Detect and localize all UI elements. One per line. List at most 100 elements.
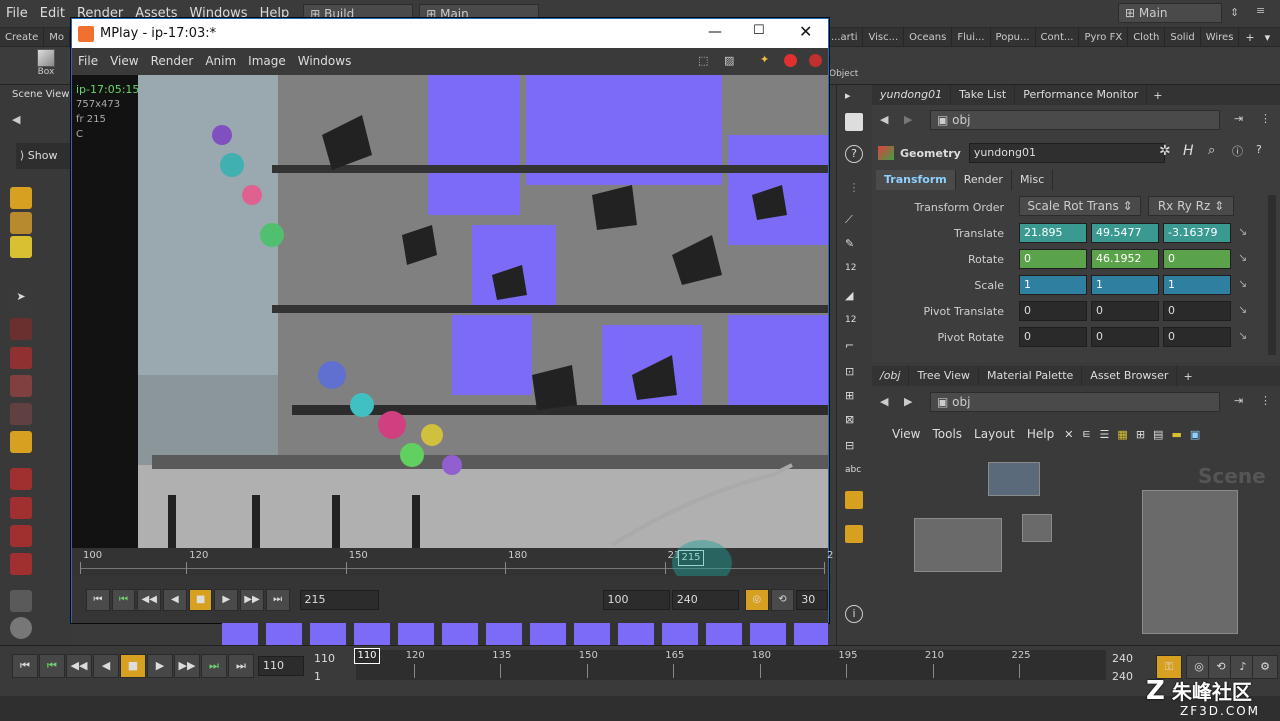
layout-icon[interactable]: ▤ xyxy=(1149,428,1167,441)
tab-asset-browser[interactable]: Asset Browser xyxy=(1082,366,1178,386)
param-translate-x-field[interactable]: 21.895 xyxy=(1019,223,1087,243)
network-node-group-3[interactable] xyxy=(1022,514,1052,542)
rotate-icon[interactable] xyxy=(10,347,32,369)
mplay-step-back-icon[interactable]: ◀◀ xyxy=(137,588,162,611)
translate-icon[interactable] xyxy=(10,318,32,340)
shelf-tab-oceans[interactable]: Oceans xyxy=(904,28,953,47)
move-tool-icon[interactable] xyxy=(10,212,32,234)
mplay-menu-view[interactable]: View xyxy=(104,54,144,68)
param-path-field[interactable]: ▣ obj xyxy=(930,110,1220,130)
tab-render[interactable]: Render xyxy=(956,170,1012,190)
tree-icon[interactable]: ㅌ xyxy=(1077,426,1095,442)
jump-end-icon[interactable]: ⏭ xyxy=(228,654,254,678)
shelf-tab-viscous[interactable]: Visc... xyxy=(863,28,905,47)
play-icon[interactable]: ▶ xyxy=(147,654,173,678)
param-key-icon[interactable]: ↘ xyxy=(1238,303,1247,316)
mplay-menu-anim[interactable]: Anim xyxy=(199,54,242,68)
mplay-stop-icon[interactable]: ■ xyxy=(188,588,213,611)
box-tool[interactable]: Box xyxy=(34,49,58,77)
param-scrollbar[interactable] xyxy=(1268,195,1276,355)
node-name-field[interactable]: yundong01 xyxy=(968,143,1165,163)
network-menu-help[interactable]: Help xyxy=(1021,427,1060,441)
step-key-back-icon[interactable]: ⏮ xyxy=(39,654,65,678)
network-back-icon[interactable]: ◀ xyxy=(880,395,888,408)
jump-start-icon[interactable]: ⏮ xyxy=(12,654,38,678)
magnet-icon-4[interactable] xyxy=(10,553,32,575)
param-key-icon[interactable]: ↘ xyxy=(1238,251,1247,264)
global-end-label[interactable]: 240 xyxy=(1112,670,1133,683)
select-arrow-icon[interactable]: ➤ xyxy=(10,290,32,312)
paint-icon[interactable] xyxy=(10,590,32,612)
param-translate-z-field[interactable]: -3.16379 xyxy=(1163,223,1231,243)
step-forward-icon[interactable]: ▶▶ xyxy=(174,654,200,678)
help-icon[interactable]: ? xyxy=(1256,143,1262,156)
param-back-icon[interactable]: ◀ xyxy=(880,113,888,126)
mplay-jump-end-icon[interactable]: ⏭ xyxy=(265,588,290,611)
param-rotate-y-field[interactable]: 46.1952 xyxy=(1091,249,1159,269)
strip-info-icon[interactable]: i xyxy=(845,605,863,623)
tab-take-list[interactable]: Take List xyxy=(951,85,1016,105)
strip-tool-9-icon[interactable]: ⊠ xyxy=(845,413,863,431)
param-pivot-rotate-y-field[interactable]: 0 xyxy=(1091,327,1159,347)
mplay-end-field[interactable]: 240 xyxy=(671,589,739,610)
desktop-dropdown[interactable]: ⊞ Main xyxy=(1118,3,1222,23)
timeline-current-marker[interactable]: 110 xyxy=(354,648,380,664)
gear-icon[interactable]: ✲ xyxy=(1159,143,1171,159)
transform-order-select[interactable]: Scale Rot Trans ⇕ xyxy=(1019,196,1141,216)
network-forward-icon[interactable]: ▶ xyxy=(904,395,912,408)
play-reverse-icon[interactable]: ◀ xyxy=(93,654,119,678)
shelf-tab-particles[interactable]: ...arti xyxy=(826,28,864,47)
shelf-tab-modify[interactable]: Mo xyxy=(44,27,70,47)
tab-transform[interactable]: Transform xyxy=(876,170,956,190)
mplay-step-key-back-icon[interactable]: ⏮ xyxy=(111,588,136,611)
pin-icon[interactable]: ⇥ xyxy=(1234,112,1243,125)
strip-tool-5-icon[interactable]: 12 xyxy=(845,315,863,333)
scale-icon[interactable] xyxy=(10,375,32,397)
magnet-icon-2[interactable] xyxy=(10,497,32,519)
strip-tool-4-icon[interactable]: ◢ xyxy=(845,289,863,307)
shelf-tab-populate[interactable]: Popu... xyxy=(991,28,1036,47)
strip-image-icon[interactable] xyxy=(845,491,863,509)
desktop-menu-icon[interactable]: ≡ xyxy=(1256,4,1265,17)
param-rotate-x-field[interactable]: 0 xyxy=(1019,249,1087,269)
param-scale-z-field[interactable]: 1 xyxy=(1163,275,1231,295)
mplay-menu-windows[interactable]: Windows xyxy=(292,54,358,68)
grid-icon[interactable]: ▦ xyxy=(1113,428,1131,441)
global-start-label[interactable]: 1 xyxy=(314,670,321,683)
note-icon[interactable]: ▬ xyxy=(1167,428,1185,441)
menu-file[interactable]: File xyxy=(0,0,34,28)
mplay-frame-field[interactable]: 215 xyxy=(299,589,379,610)
network-node-group-4[interactable] xyxy=(1142,490,1238,634)
strip-help-icon[interactable]: ? xyxy=(845,145,863,163)
param-pivot-rotate-z-field[interactable]: 0 xyxy=(1163,327,1231,347)
shelf-tab-cloth[interactable]: Cloth xyxy=(1128,28,1166,47)
magnet-icon-1[interactable] xyxy=(10,468,32,490)
frame-field[interactable]: 110 xyxy=(258,656,304,676)
strip-tool-3-icon[interactable]: 12 xyxy=(845,263,863,281)
tab-performance-monitor[interactable]: Performance Monitor xyxy=(1015,85,1148,105)
mplay-stop-render-icon[interactable] xyxy=(784,54,797,67)
shelf-tab-wires[interactable]: Wires xyxy=(1201,28,1240,47)
end-frame-label[interactable]: 240 xyxy=(1112,652,1133,665)
mplay-grid-icon[interactable]: ⬚ xyxy=(698,54,708,67)
param-rotate-z-field[interactable]: 0 xyxy=(1163,249,1231,269)
mplay-menu-image[interactable]: Image xyxy=(242,54,292,68)
mplay-start-field[interactable]: 100 xyxy=(602,589,670,610)
mplay-loop-icon[interactable]: ⟲ xyxy=(770,588,795,611)
strip-tool-8-icon[interactable]: ⊞ xyxy=(845,389,863,407)
shelf-tab-pyrofx[interactable]: Pyro FX xyxy=(1079,28,1129,47)
strip-tool-7-icon[interactable]: ⊡ xyxy=(845,365,863,383)
network-node-group-2[interactable] xyxy=(914,518,1002,572)
mplay-menu-file[interactable]: File xyxy=(72,54,104,68)
network-more-icon[interactable]: ⋮ xyxy=(1260,394,1271,407)
mplay-play-reverse-icon[interactable]: ◀ xyxy=(163,588,187,611)
param-key-icon[interactable]: ↘ xyxy=(1238,225,1247,238)
mplay-menu-render[interactable]: Render xyxy=(145,54,200,68)
param-pivot-rotate-x-field[interactable]: 0 xyxy=(1019,327,1087,347)
strip-tool-10-icon[interactable]: ⊟ xyxy=(845,439,863,457)
search-icon[interactable]: ⌕ xyxy=(1208,143,1215,158)
strip-pin-icon[interactable] xyxy=(845,525,863,543)
mplay-jump-start-icon[interactable]: ⏮ xyxy=(86,588,110,611)
help-h-icon[interactable]: H xyxy=(1183,143,1194,159)
grid2-icon[interactable]: ⊞ xyxy=(1132,428,1149,441)
